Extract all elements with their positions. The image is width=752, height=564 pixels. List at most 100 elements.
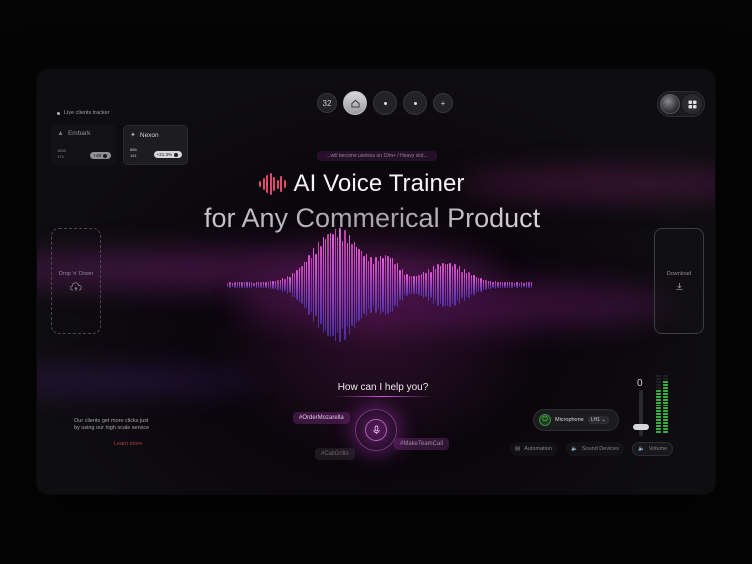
waveform-bar	[317, 241, 320, 329]
home-button[interactable]	[343, 91, 367, 115]
waveform-bar	[270, 281, 272, 289]
title-line-1: AI Voice Trainer	[293, 170, 465, 197]
waveform-bar	[487, 281, 489, 289]
waveform-bar	[284, 278, 286, 291]
waveform-bar	[489, 280, 492, 290]
sound-devices-button[interactable]: 🔈 Sound Devices	[566, 442, 624, 456]
waveform-bar	[265, 281, 267, 289]
meter-segment	[656, 398, 661, 401]
waveform-bar	[504, 282, 506, 288]
nav-dot-button[interactable]	[403, 91, 427, 115]
volume-button[interactable]: 🔈 Volume	[632, 442, 674, 456]
waveform-bar	[485, 279, 487, 291]
waveform-bar	[492, 281, 494, 289]
waveform-bar	[454, 264, 456, 306]
microphone-select-value: LH1	[590, 417, 600, 423]
waveform-bar	[434, 268, 437, 302]
waveform-bar	[327, 234, 329, 336]
meter-segment	[656, 389, 661, 392]
tracker-label-text: Live clients tracker	[64, 110, 110, 116]
meter-segment	[663, 375, 668, 377]
meter-segment	[663, 431, 668, 434]
meter-segment	[663, 419, 668, 422]
waveform-bar	[322, 236, 325, 334]
waveform-bar	[296, 269, 298, 301]
nav-dot-button[interactable]	[373, 91, 397, 115]
client-card[interactable]: ✦ Nexon 888 161 +21.3%	[123, 125, 188, 165]
waveform-bar	[521, 282, 523, 288]
meter-segment	[663, 422, 668, 425]
waveform-bar	[403, 274, 406, 296]
client-stats: 1843 174	[57, 148, 66, 160]
automation-button[interactable]: ▤ Automation	[510, 442, 558, 456]
meter-segment	[656, 383, 661, 386]
waveform-bar	[358, 249, 360, 321]
waveform-bar	[461, 271, 463, 299]
waveform-bar	[267, 281, 270, 289]
meter-segment	[656, 407, 661, 410]
plus-icon: +	[440, 98, 446, 108]
waveform-bar	[348, 234, 351, 336]
waveform-bar	[377, 261, 379, 309]
add-button[interactable]: +	[433, 93, 453, 113]
waveform-bar	[356, 246, 358, 324]
logo-bar	[276, 179, 279, 189]
waveform-bar	[497, 281, 499, 289]
suggestion-tag[interactable]: #CallGrillo	[315, 448, 355, 460]
logo-bar	[259, 181, 261, 187]
waveform-bar	[291, 273, 293, 297]
grid-button[interactable]	[682, 94, 702, 114]
microphone-select[interactable]: LH1 ⌄	[587, 416, 609, 424]
client-card[interactable]: ▲ Embark 1843 174 +48	[51, 125, 116, 165]
logo-bar	[283, 180, 286, 188]
waveform-bar	[518, 282, 521, 288]
meter-segment	[656, 413, 661, 416]
meter-segment	[656, 416, 661, 419]
waveform-bar	[528, 282, 530, 288]
waveform-bar	[408, 276, 411, 294]
record-button[interactable]	[355, 409, 397, 451]
waveform-bar	[415, 275, 418, 295]
waveform-bar	[313, 248, 315, 322]
gain-slider-knob[interactable]	[633, 424, 649, 430]
count-badge[interactable]: 32	[317, 93, 337, 113]
waveform-bar	[310, 258, 313, 312]
meter-segment	[663, 401, 668, 404]
waveform-bar	[231, 282, 234, 288]
waveform-bar	[336, 236, 339, 334]
waveform-bar	[387, 256, 389, 314]
download-card[interactable]: Download	[654, 228, 704, 334]
waveform-bar	[384, 255, 387, 315]
status-badge: +48	[90, 152, 111, 159]
waveform-bar	[437, 264, 439, 306]
waveform-bar	[281, 278, 284, 292]
waveform-bar	[382, 257, 384, 313]
waveform-bar	[229, 282, 231, 288]
waveform-bar	[425, 273, 427, 297]
glow-band	[457, 170, 715, 198]
client-stat: 888	[130, 147, 137, 152]
profile-controls	[657, 91, 705, 117]
client-name: Embark	[67, 130, 91, 137]
suggestion-tag[interactable]: #MakeTeamCall	[394, 438, 450, 450]
waveform-bar	[432, 266, 434, 304]
suggestion-tag[interactable]: #OrderMozarella	[293, 412, 350, 424]
waveform-bar	[372, 263, 375, 307]
client-name-row: ✦ Nexon	[130, 131, 181, 140]
waveform-bar	[262, 282, 265, 288]
waveform-bar	[274, 280, 277, 290]
waveform-bar	[418, 274, 420, 296]
power-toggle[interactable]: ⏻	[539, 414, 551, 426]
learn-more-link[interactable]: Learn more	[114, 441, 142, 447]
meter-segment	[663, 413, 668, 416]
waveform-bar	[344, 229, 346, 341]
waveform-bar	[260, 281, 262, 289]
meter-segment	[663, 395, 668, 398]
waveform-bar	[279, 280, 281, 290]
top-navigation: 32 +	[317, 91, 453, 115]
logo-bar	[262, 178, 265, 190]
drop-zone[interactable]: Drop 'n' Down	[51, 228, 101, 334]
avatar[interactable]	[660, 94, 680, 114]
logo-bar	[280, 176, 282, 192]
meter-segment	[656, 377, 661, 380]
